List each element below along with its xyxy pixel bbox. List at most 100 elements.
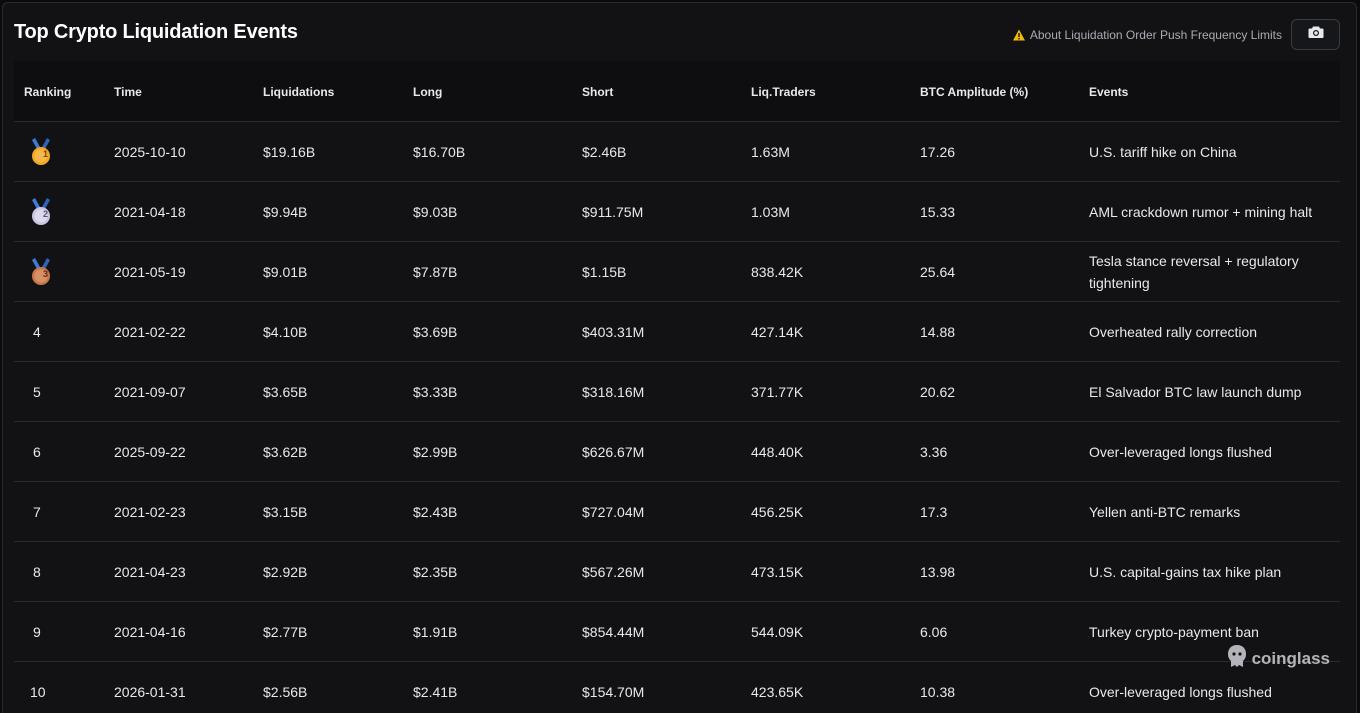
rank-value: 9 — [33, 623, 41, 640]
column-header-btc-amplitude[interactable]: BTC Amplitude (%) — [920, 85, 1028, 99]
event-cell: El Salvador BTC law launch dump — [1089, 383, 1302, 400]
short-cell: $154.70M — [582, 683, 645, 700]
long-cell: $2.35B — [413, 563, 458, 580]
liq-traders-cell: 1.03M — [751, 203, 790, 220]
liquidations-cell: $9.01B — [263, 263, 308, 280]
table-row: 7 2021-02-23 $3.15B $2.43B $727.04M 456.… — [14, 482, 1340, 542]
event-cell: Over-leveraged longs flushed — [1089, 683, 1272, 700]
frequency-limits-text: About Liquidation Order Push Frequency L… — [1029, 28, 1282, 42]
liq-traders-cell: 838.42K — [751, 263, 804, 280]
time-cell: 2021-04-16 — [114, 623, 186, 640]
column-header-time[interactable]: Time — [114, 85, 142, 99]
long-cell: $2.99B — [413, 443, 458, 460]
liquidations-cell: $19.16B — [263, 143, 316, 160]
btc-amplitude-cell: 10.38 — [920, 683, 956, 700]
liq-traders-cell: 448.40K — [751, 443, 804, 460]
rank-value: 5 — [33, 383, 41, 400]
coinglass-watermark: coinglass — [1226, 644, 1330, 673]
table-row: 4 2021-02-22 $4.10B $3.69B $403.31M 427.… — [14, 302, 1340, 362]
btc-amplitude-cell: 17.3 — [920, 503, 948, 520]
long-cell: $2.41B — [413, 683, 458, 700]
liquidations-cell: $2.56B — [263, 683, 308, 700]
column-header-short[interactable]: Short — [582, 85, 613, 99]
column-header-long[interactable]: Long — [413, 85, 442, 99]
column-header-events[interactable]: Events — [1089, 85, 1128, 99]
long-cell: $7.87B — [413, 263, 458, 280]
short-cell: $727.04M — [582, 503, 645, 520]
time-cell: 2021-04-18 — [114, 203, 186, 220]
liq-traders-cell: 423.65K — [751, 683, 804, 700]
table-row: 6 2025-09-22 $3.62B $2.99B $626.67M 448.… — [14, 422, 1340, 482]
liquidations-cell: $2.92B — [263, 563, 308, 580]
rank-value: 7 — [33, 503, 41, 520]
long-cell: $3.69B — [413, 323, 458, 340]
long-cell: $2.43B — [413, 503, 458, 520]
btc-amplitude-cell: 13.98 — [920, 563, 956, 580]
watermark-text: coinglass — [1251, 648, 1330, 668]
table-header: Ranking Time Liquidations Long Short Liq… — [14, 61, 1340, 122]
page-title: Top Crypto Liquidation Events — [14, 21, 298, 43]
liq-traders-cell: 473.15K — [751, 563, 804, 580]
btc-amplitude-cell: 3.36 — [920, 443, 948, 460]
liq-traders-cell: 1.63M — [751, 143, 790, 160]
liq-traders-cell: 456.25K — [751, 503, 804, 520]
rank-value: 1 — [43, 149, 49, 159]
event-cell: U.S. tariff hike on China — [1089, 143, 1237, 160]
short-cell: $567.26M — [582, 563, 645, 580]
column-header-liq-traders[interactable]: Liq.Traders — [751, 85, 816, 99]
time-cell: 2021-02-22 — [114, 323, 186, 340]
camera-icon — [1308, 25, 1324, 44]
btc-amplitude-cell: 20.62 — [920, 383, 956, 400]
liquidations-cell: $9.94B — [263, 203, 308, 220]
table-row: 8 2021-04-23 $2.92B $2.35B $567.26M 473.… — [14, 542, 1340, 602]
time-cell: 2026-01-31 — [114, 683, 186, 700]
short-cell: $626.67M — [582, 443, 645, 460]
rank-value: 10 — [30, 683, 46, 700]
btc-amplitude-cell: 6.06 — [920, 623, 948, 640]
liq-traders-cell: 371.77K — [751, 383, 804, 400]
coinglass-logo-icon — [1226, 644, 1252, 673]
time-cell: 2025-10-10 — [114, 143, 186, 160]
short-cell: $911.75M — [582, 203, 644, 220]
short-cell: $2.46B — [582, 143, 627, 160]
bronze-medal-icon — [30, 257, 52, 286]
warning-icon — [1012, 28, 1026, 42]
rank-value: 4 — [33, 323, 41, 340]
liquidations-cell: $3.62B — [263, 443, 308, 460]
column-header-liquidations[interactable]: Liquidations — [263, 85, 334, 99]
frequency-limits-link[interactable]: About Liquidation Order Push Frequency L… — [1012, 28, 1282, 42]
event-cell: AML crackdown rumor + mining halt — [1089, 203, 1313, 220]
long-cell: $3.33B — [413, 383, 458, 400]
time-cell: 2021-09-07 — [114, 383, 186, 400]
table-row: 3 2021-05-19 $9.01B $7.87B $1.15B 838.42… — [14, 242, 1340, 302]
time-cell: 2025-09-22 — [114, 443, 186, 460]
short-cell: $854.44M — [582, 623, 645, 640]
event-cell: Over-leveraged longs flushed — [1089, 443, 1272, 460]
liq-traders-cell: 427.14K — [751, 323, 804, 340]
liquidation-table: Ranking Time Liquidations Long Short Liq… — [14, 61, 1340, 713]
screenshot-button[interactable] — [1291, 19, 1340, 50]
long-cell: $1.91B — [413, 623, 458, 640]
btc-amplitude-cell: 14.88 — [920, 323, 956, 340]
column-header-ranking[interactable]: Ranking — [24, 85, 71, 99]
event-cell: Overheated rally correction — [1089, 323, 1258, 340]
time-cell: 2021-04-23 — [114, 563, 186, 580]
liquidation-panel: Top Crypto Liquidation Events About Liqu… — [2, 2, 1357, 713]
rank-value: 8 — [33, 563, 41, 580]
liquidations-cell: $4.10B — [263, 323, 308, 340]
table-row: 10 2026-01-31 $2.56B $2.41B $154.70M 423… — [14, 662, 1340, 713]
short-cell: $1.15B — [582, 263, 627, 280]
short-cell: $403.31M — [582, 323, 645, 340]
time-cell: 2021-05-19 — [114, 263, 186, 280]
liquidations-cell: $3.15B — [263, 503, 308, 520]
time-cell: 2021-02-23 — [114, 503, 186, 520]
table-row: 9 2021-04-16 $2.77B $1.91B $854.44M 544.… — [14, 602, 1340, 662]
btc-amplitude-cell: 17.26 — [920, 143, 956, 160]
liquidations-cell: $2.77B — [263, 623, 308, 640]
short-cell: $318.16M — [582, 383, 645, 400]
rank-value: 6 — [33, 443, 41, 460]
event-cell: Tesla stance reversal + regulatory tight… — [1089, 252, 1299, 291]
silver-medal-icon — [30, 197, 52, 226]
rank-value: 3 — [43, 269, 49, 279]
long-cell: $16.70B — [413, 143, 466, 160]
